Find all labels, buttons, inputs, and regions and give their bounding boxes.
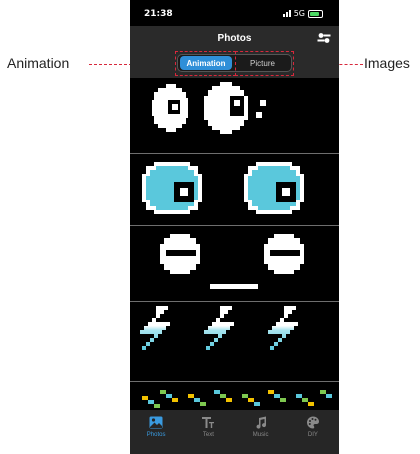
diagonal-stripes-image bbox=[142, 390, 332, 408]
cyan-eyes-image bbox=[142, 162, 304, 214]
text-icon bbox=[202, 417, 215, 428]
tab-diy[interactable]: DIY bbox=[287, 410, 339, 454]
gallery-item-diagonal-stripes[interactable] bbox=[130, 382, 339, 410]
battery-icon bbox=[308, 9, 323, 18]
gallery-item-cyan-eyes[interactable] bbox=[130, 154, 339, 226]
tab-photos-label: Photos bbox=[146, 432, 166, 438]
photos-icon bbox=[149, 416, 163, 429]
sleepy-face-image bbox=[160, 234, 304, 289]
tab-text-label: Text bbox=[202, 432, 214, 438]
signal-icon bbox=[282, 10, 291, 17]
tab-text[interactable]: Text bbox=[182, 410, 234, 454]
tab-music-label: Music bbox=[252, 432, 269, 438]
page-title: Photos bbox=[217, 33, 252, 44]
tab-diy-label: DIY bbox=[307, 432, 318, 438]
gallery-item-lightning-bolts[interactable] bbox=[130, 302, 339, 382]
animation-gallery bbox=[130, 78, 339, 410]
callout-label-animation: Animation bbox=[7, 55, 70, 71]
gallery-item-sleepy-face[interactable] bbox=[130, 226, 339, 302]
tab-bar: Photos Text Music DIY bbox=[130, 410, 339, 454]
music-note-icon bbox=[256, 416, 266, 429]
status-bar: 21:38 5G bbox=[130, 0, 339, 26]
palette-icon bbox=[306, 416, 319, 429]
callout-label-images: Images bbox=[364, 55, 410, 71]
callout-box-animation bbox=[175, 51, 236, 76]
tab-photos[interactable]: Photos bbox=[130, 410, 182, 454]
rolling-eyes-image bbox=[152, 82, 266, 134]
gallery-item-rolling-eyes[interactable] bbox=[130, 78, 339, 154]
settings-sliders-icon[interactable] bbox=[317, 32, 331, 44]
callout-box-picture bbox=[235, 51, 294, 76]
status-right: 5G bbox=[282, 9, 323, 18]
network-type: 5G bbox=[293, 9, 305, 18]
status-time: 21:38 bbox=[144, 9, 173, 19]
lightning-bolts-image bbox=[140, 306, 298, 350]
tab-music[interactable]: Music bbox=[235, 410, 287, 454]
